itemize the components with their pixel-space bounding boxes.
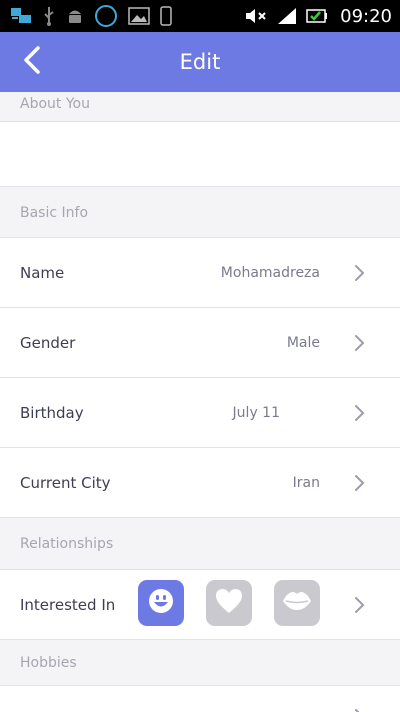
birthday-value: July 11 bbox=[232, 405, 280, 421]
chevron-right-icon bbox=[354, 474, 366, 492]
gender-row[interactable]: Gender Male bbox=[0, 308, 400, 378]
gender-value: Male bbox=[286, 335, 320, 351]
interest-option-romance[interactable] bbox=[274, 580, 320, 626]
edit-form: About You Basic Info Name Mohamadreza Ge… bbox=[0, 92, 400, 712]
chevron-right-icon[interactable] bbox=[354, 596, 366, 614]
birthday-label: Birthday bbox=[20, 404, 84, 422]
smile-icon bbox=[147, 587, 175, 619]
hobbies-row[interactable] bbox=[0, 686, 400, 712]
chevron-right-icon bbox=[354, 404, 366, 422]
app-bar: Edit bbox=[0, 32, 400, 92]
interested-in-row: Interested In bbox=[0, 570, 400, 640]
computer-icon bbox=[10, 6, 32, 26]
usb-icon bbox=[42, 6, 56, 26]
current-city-row[interactable]: Current City Iran bbox=[0, 448, 400, 518]
gender-label: Gender bbox=[20, 334, 76, 352]
chevron-left-icon bbox=[22, 45, 42, 79]
badge-100-icon bbox=[94, 4, 118, 28]
lips-icon bbox=[281, 590, 313, 616]
battery-icon bbox=[306, 8, 328, 24]
about-you-field[interactable] bbox=[0, 122, 400, 187]
current-city-label: Current City bbox=[20, 474, 111, 492]
chevron-right-icon bbox=[354, 334, 366, 352]
android-icon bbox=[66, 6, 84, 26]
chevron-right-icon bbox=[354, 264, 366, 282]
back-button[interactable] bbox=[10, 40, 54, 84]
signal-icon bbox=[276, 6, 298, 26]
status-bar-notifications bbox=[10, 4, 172, 28]
section-header-hobbies: Hobbies bbox=[0, 640, 400, 686]
current-city-value: Iran bbox=[292, 475, 320, 491]
interest-option-friendship[interactable] bbox=[138, 580, 184, 626]
section-header-about: About You bbox=[0, 92, 400, 122]
heart-icon bbox=[214, 587, 244, 619]
name-label: Name bbox=[20, 264, 65, 282]
section-header-basic-info: Basic Info bbox=[0, 186, 400, 238]
interest-option-love[interactable] bbox=[206, 580, 252, 626]
status-bar: 09:20 bbox=[0, 0, 400, 32]
mute-icon bbox=[244, 6, 268, 26]
name-value: Mohamadreza bbox=[220, 265, 320, 281]
name-row[interactable]: Name Mohamadreza bbox=[0, 238, 400, 308]
image-icon bbox=[128, 7, 150, 25]
chevron-right-icon bbox=[354, 708, 366, 712]
status-bar-system: 09:20 bbox=[244, 4, 392, 28]
page-title: Edit bbox=[179, 50, 221, 74]
interested-in-label: Interested In bbox=[20, 596, 116, 614]
phone-icon bbox=[160, 6, 172, 26]
section-header-relationships: Relationships bbox=[0, 518, 400, 570]
status-time: 09:20 bbox=[340, 5, 392, 27]
birthday-row[interactable]: Birthday July 11 bbox=[0, 378, 400, 448]
